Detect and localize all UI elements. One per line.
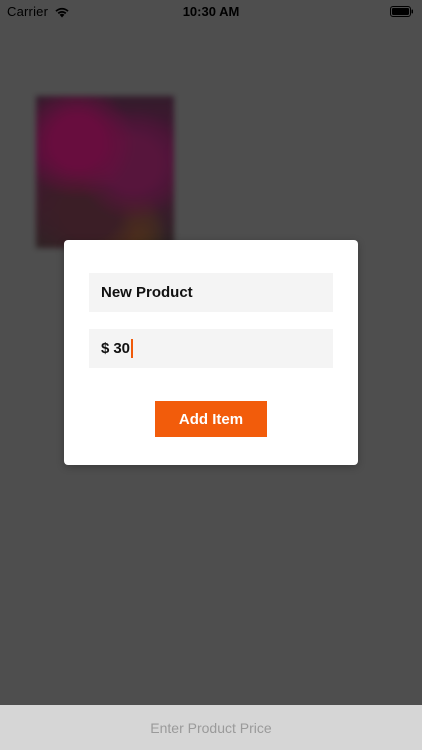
status-bar: Carrier 10:30 AM [0,0,422,22]
add-item-button[interactable]: Add Item [155,401,267,437]
product-name-value: New Product [101,284,193,301]
bottom-bar[interactable]: Enter Product Price [0,705,422,750]
product-thumbnail [36,96,174,248]
product-price-field[interactable]: $ 30 [89,329,333,368]
product-name-field[interactable]: New Product [89,273,333,312]
product-price-value: 30 [113,340,131,357]
battery-icon [390,5,414,17]
bottom-bar-label: Enter Product Price [150,719,272,736]
screen: Carrier 10:30 AM New Product $ 30 Add It… [0,0,422,750]
status-time: 10:30 AM [182,4,240,19]
text-cursor [131,339,134,358]
currency-symbol: $ [101,340,110,357]
add-item-dialog: New Product $ 30 Add Item [64,240,358,465]
